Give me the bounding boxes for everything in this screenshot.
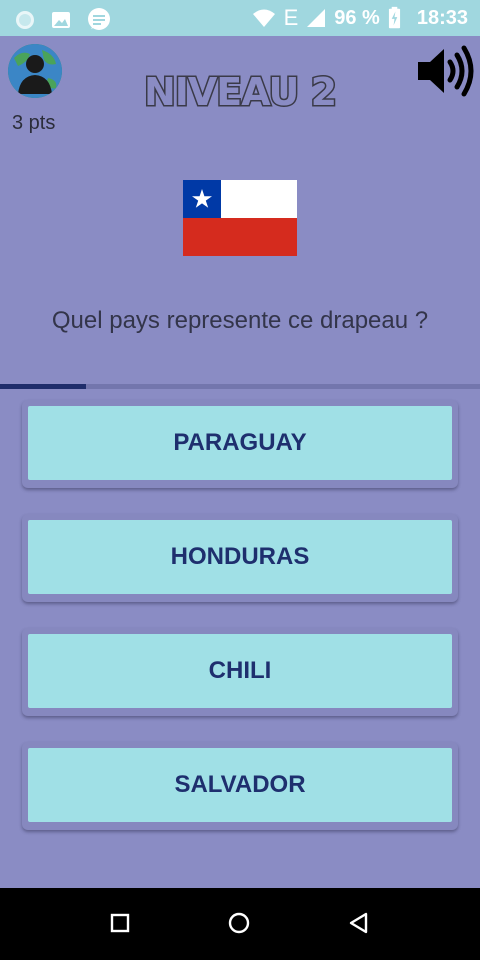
answer-label: SALVADOR	[28, 748, 452, 822]
answer-label: HONDURAS	[28, 520, 452, 594]
progress-fill	[0, 384, 87, 389]
nav-home-icon[interactable]	[226, 910, 252, 936]
network-type: E	[283, 5, 299, 30]
points-score: 3 pts	[12, 112, 56, 134]
wifi-icon	[252, 9, 275, 27]
image-icon	[52, 12, 70, 28]
notification-circle-icon	[16, 11, 34, 29]
question-text: Quel pays represente ce drapeau ?	[51, 307, 429, 334]
chile-flag	[183, 180, 297, 256]
answer-button-1[interactable]: PARAGUAY	[22, 400, 458, 488]
navigation-bar	[0, 888, 480, 960]
answer-button-3[interactable]: CHILI	[22, 628, 458, 716]
nav-square-icon[interactable]	[107, 910, 133, 936]
battery-percent: 96 %	[334, 6, 380, 29]
clock: 18:33	[416, 6, 468, 29]
nav-back-icon[interactable]	[346, 910, 372, 936]
answer-label: CHILI	[28, 634, 452, 708]
answer-button-4[interactable]: SALVADOR	[22, 742, 458, 830]
status-bar: E 96 % 18:33	[0, 0, 480, 36]
signal-icon	[307, 9, 326, 27]
answer-label: PARAGUAY	[28, 406, 452, 480]
progress-bar	[0, 384, 480, 389]
battery-icon	[388, 6, 400, 29]
speaker-icon[interactable]	[416, 44, 474, 98]
message-icon	[88, 8, 110, 30]
level-title: NIVEAU 2	[142, 69, 338, 116]
answer-button-2[interactable]: HONDURAS	[22, 514, 458, 602]
